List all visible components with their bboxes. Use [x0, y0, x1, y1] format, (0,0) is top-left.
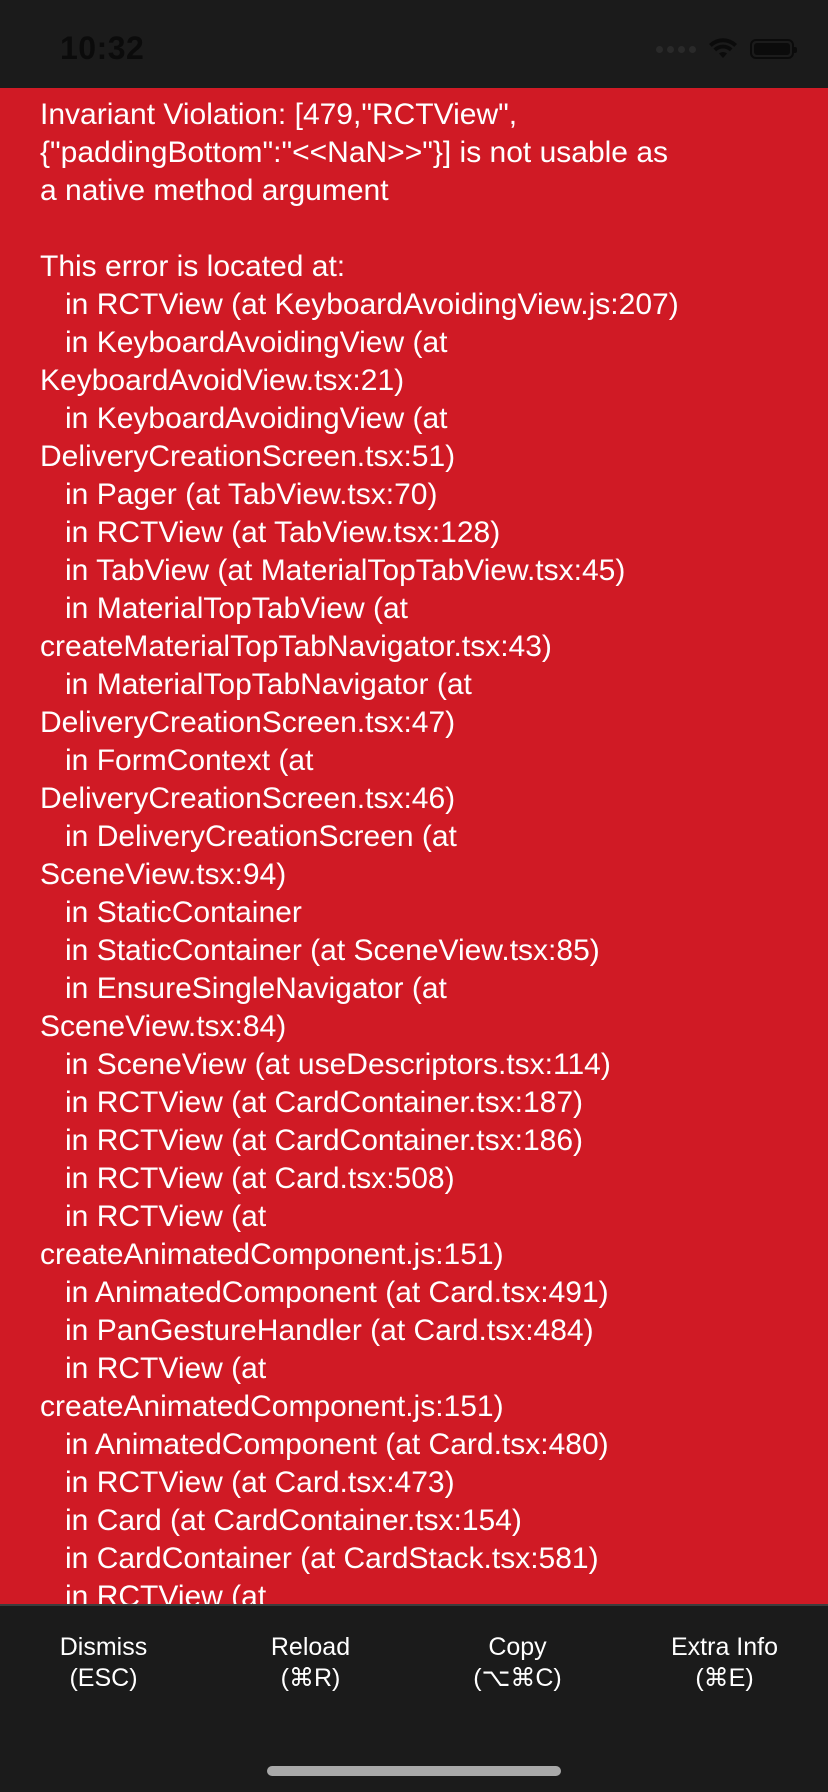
stack-line: in MaterialTopTabNavigator (at	[40, 668, 472, 701]
stack-line: in DeliveryCreationScreen (at	[40, 820, 457, 853]
dismiss-button-shortcut: (ESC)	[69, 1664, 138, 1692]
extra-info-button[interactable]: Extra Info (⌘E)	[621, 1632, 828, 1694]
stack-line: in RCTView (at CardContainer.tsx:187)	[40, 1086, 584, 1119]
copy-button-label: Copy	[488, 1633, 547, 1661]
stack-line: in SceneView (at useDescriptors.tsx:114)	[40, 1048, 611, 1081]
stack-line: SceneView.tsx:94)	[40, 858, 287, 891]
stack-line: createMaterialTopTabNavigator.tsx:43)	[40, 630, 552, 663]
stack-line: in StaticContainer	[40, 896, 302, 929]
battery-icon	[750, 39, 797, 59]
home-indicator[interactable]	[267, 1766, 561, 1776]
dismiss-button-label: Dismiss	[59, 1633, 148, 1661]
stack-line: in MaterialTopTabView (at	[40, 592, 408, 625]
error-content: Invariant Violation: [479,"RCTView", {"p…	[0, 88, 828, 1604]
stack-line: in RCTView (at KeyboardAvoidingView.js:2…	[40, 288, 679, 321]
stack-line: in KeyboardAvoidingView (at	[40, 402, 448, 435]
stack-line: in AnimatedComponent (at Card.tsx:480)	[40, 1428, 609, 1461]
error-panel[interactable]: Invariant Violation: [479,"RCTView", {"p…	[0, 88, 828, 1604]
stack-line: in RCTView (at	[40, 1200, 267, 1233]
stack-line: in Pager (at TabView.tsx:70)	[40, 478, 438, 511]
stack-line: in FormContext (at	[40, 744, 314, 777]
stack-line: DeliveryCreationScreen.tsx:47)	[40, 706, 456, 739]
stack-header: This error is located at:	[40, 250, 346, 283]
status-icons	[656, 34, 797, 64]
extra-info-button-shortcut: (⌘E)	[695, 1664, 754, 1692]
stack-line: KeyboardAvoidView.tsx:21)	[40, 364, 405, 397]
action-button-bar: Dismiss (ESC) Reload (⌘R) Copy (⌥⌘C) Ext…	[0, 1606, 828, 1792]
stack-line: createAnimatedComponent.js:151)	[40, 1390, 504, 1423]
status-bar: 10:32	[0, 0, 828, 88]
stack-line: DeliveryCreationScreen.tsx:46)	[40, 782, 456, 815]
stack-line: in RCTView (at	[40, 1352, 267, 1385]
stack-line: in AnimatedComponent (at Card.tsx:491)	[40, 1276, 609, 1309]
stack-line: SceneView.tsx:84)	[40, 1010, 287, 1043]
extra-info-button-label: Extra Info	[671, 1633, 778, 1661]
status-time: 10:32	[60, 30, 145, 66]
error-message: Invariant Violation: [479,"RCTView", {"p…	[40, 98, 669, 207]
stack-line: in RCTView (at Card.tsx:473)	[40, 1466, 455, 1499]
dismiss-button[interactable]: Dismiss (ESC)	[0, 1632, 207, 1694]
reload-button[interactable]: Reload (⌘R)	[207, 1632, 414, 1694]
stack-line: in RCTView (at CardContainer.tsx:186)	[40, 1124, 584, 1157]
reload-button-shortcut: (⌘R)	[280, 1664, 341, 1692]
cellular-signal-icon	[656, 45, 696, 53]
stack-line: in RCTView (at	[40, 1580, 267, 1604]
stack-line: in EnsureSingleNavigator (at	[40, 972, 447, 1005]
stack-line: in Card (at CardContainer.tsx:154)	[40, 1504, 522, 1537]
copy-button[interactable]: Copy (⌥⌘C)	[414, 1632, 621, 1694]
stack-trace: in RCTView (at KeyboardAvoidingView.js:2…	[40, 286, 792, 1604]
stack-line: DeliveryCreationScreen.tsx:51)	[40, 440, 456, 473]
stack-line: in TabView (at MaterialTopTabView.tsx:45…	[40, 554, 626, 587]
copy-button-shortcut: (⌥⌘C)	[473, 1664, 562, 1692]
stack-line: createAnimatedComponent.js:151)	[40, 1238, 504, 1271]
reload-button-label: Reload	[270, 1633, 351, 1661]
stack-line: in RCTView (at Card.tsx:508)	[40, 1162, 455, 1195]
stack-line: in StaticContainer (at SceneView.tsx:85)	[40, 934, 600, 967]
stack-line: in KeyboardAvoidingView (at	[40, 326, 448, 359]
stack-line: in RCTView (at TabView.tsx:128)	[40, 516, 501, 549]
stack-line: in CardContainer (at CardStack.tsx:581)	[40, 1542, 599, 1575]
stack-line: in PanGestureHandler (at Card.tsx:484)	[40, 1314, 594, 1347]
wifi-icon	[709, 38, 737, 58]
